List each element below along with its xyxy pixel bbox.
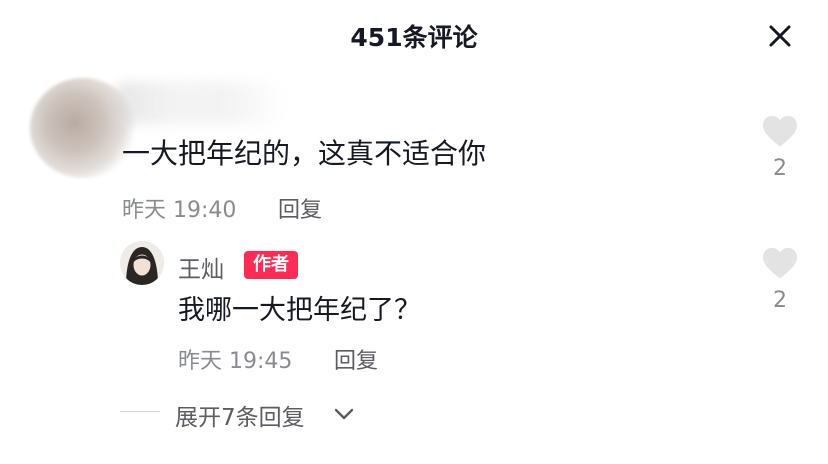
author-name[interactable]: 王灿	[178, 250, 224, 284]
heart-icon[interactable]	[761, 246, 799, 280]
reply-button[interactable]: 回复	[278, 192, 322, 224]
reply-button[interactable]: 回复	[334, 343, 378, 375]
blurred-username	[115, 82, 285, 124]
reply-text: 我哪一大把年纪了？	[178, 295, 421, 326]
like-count: 2	[773, 288, 787, 313]
expand-replies-button[interactable]: 展开7条回复	[175, 398, 305, 432]
chevron-down-icon[interactable]	[333, 405, 355, 423]
comment-timestamp: 昨天 19:40	[122, 198, 237, 223]
close-icon[interactable]	[766, 22, 794, 50]
reply-timestamp: 昨天 19:45	[178, 349, 293, 374]
avatar[interactable]	[120, 241, 164, 285]
comment-text: 一大把年纪的，这真不适合你	[122, 137, 487, 170]
author-badge: 作者	[244, 251, 298, 279]
divider	[120, 411, 160, 412]
heart-icon[interactable]	[761, 114, 799, 148]
like-count: 2	[773, 156, 787, 181]
page-title: 451条评论	[350, 23, 478, 52]
